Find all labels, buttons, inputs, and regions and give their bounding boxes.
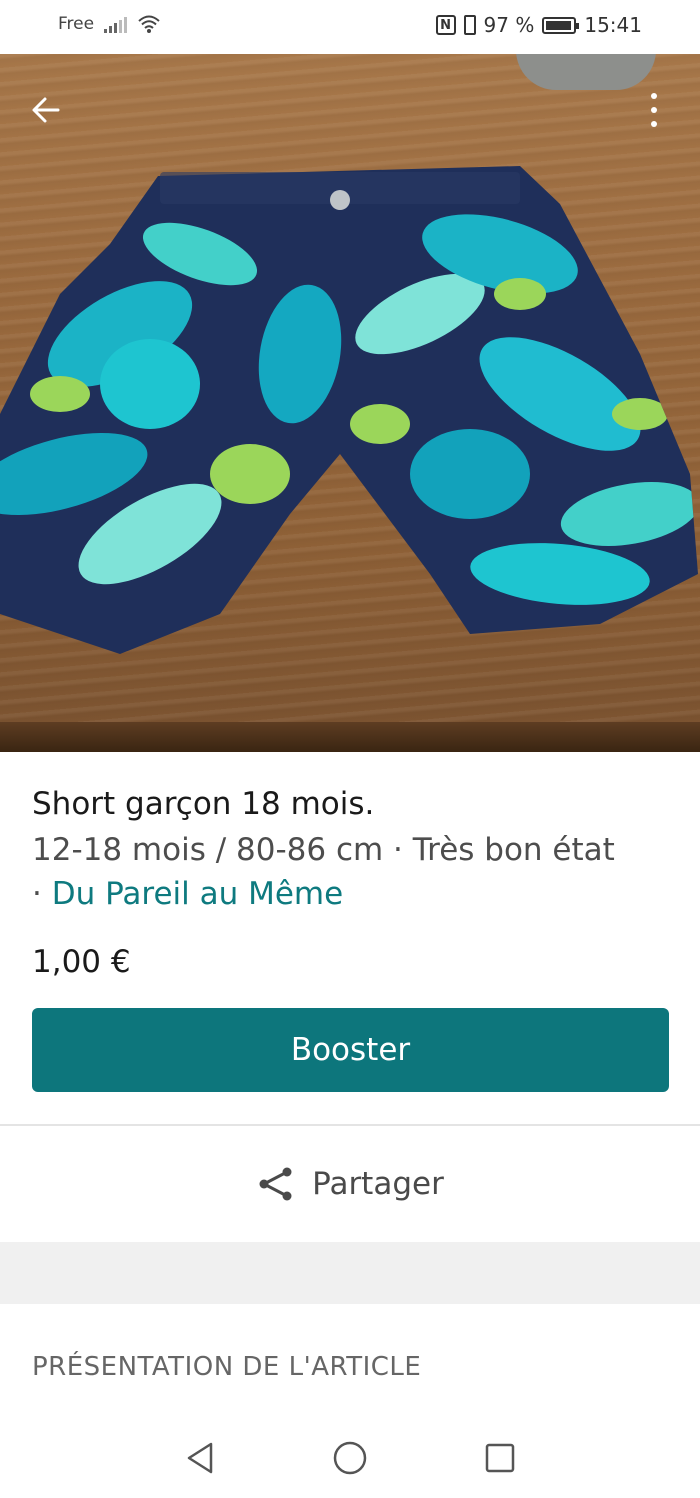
vibrate-icon bbox=[463, 15, 476, 35]
status-right: N 97 % 15:41 bbox=[435, 13, 642, 37]
nav-home-button[interactable] bbox=[330, 1438, 370, 1478]
signal-icon bbox=[104, 15, 128, 33]
carrier-label: Free bbox=[58, 14, 95, 34]
status-left: Free bbox=[58, 14, 161, 34]
share-button[interactable]: Partager bbox=[0, 1126, 700, 1242]
nav-back-button[interactable] bbox=[180, 1438, 220, 1478]
nfc-icon: N bbox=[435, 15, 456, 35]
more-options-button[interactable] bbox=[634, 86, 674, 134]
listing-details: 12-18 mois / 80-86 cm · Très bon état · … bbox=[32, 828, 672, 916]
square-recents-icon bbox=[485, 1443, 515, 1473]
battery-icon bbox=[542, 16, 580, 34]
table-edge bbox=[0, 722, 700, 752]
section-title: PRÉSENTATION DE L'ARTICLE bbox=[32, 1352, 422, 1382]
product-photo[interactable] bbox=[0, 54, 700, 752]
more-vertical-icon-dot bbox=[651, 121, 657, 127]
more-vertical-icon-dot bbox=[651, 107, 657, 113]
booster-button[interactable]: Booster bbox=[32, 1008, 669, 1092]
triangle-back-icon bbox=[187, 1442, 213, 1474]
listing-title: Short garçon 18 mois. bbox=[32, 786, 375, 822]
share-label: Partager bbox=[312, 1166, 444, 1202]
brand-link[interactable]: Du Pareil au Même bbox=[52, 876, 343, 912]
wifi-icon bbox=[138, 15, 160, 33]
back-button[interactable] bbox=[22, 86, 70, 134]
circle-home-icon bbox=[333, 1441, 367, 1475]
brand-separator: · bbox=[32, 876, 42, 912]
status-bar: Free N 97 % 15:41 bbox=[0, 0, 700, 54]
listing-size-condition: 12-18 mois / 80-86 cm · Très bon état bbox=[32, 832, 615, 868]
arrow-left-icon bbox=[32, 97, 60, 123]
section-spacer bbox=[0, 1242, 700, 1304]
battery-percent: 97 % bbox=[483, 13, 535, 37]
more-vertical-icon-dot bbox=[651, 93, 657, 99]
listing-info: Short garçon 18 mois. 12-18 mois / 80-86… bbox=[32, 784, 672, 982]
share-icon bbox=[259, 1167, 292, 1201]
system-nav-bar bbox=[0, 1412, 700, 1498]
listing-price: 1,00 € bbox=[32, 944, 131, 980]
nav-recents-button[interactable] bbox=[480, 1438, 520, 1478]
shorts-illustration bbox=[0, 166, 698, 654]
clock: 15:41 bbox=[584, 13, 642, 37]
